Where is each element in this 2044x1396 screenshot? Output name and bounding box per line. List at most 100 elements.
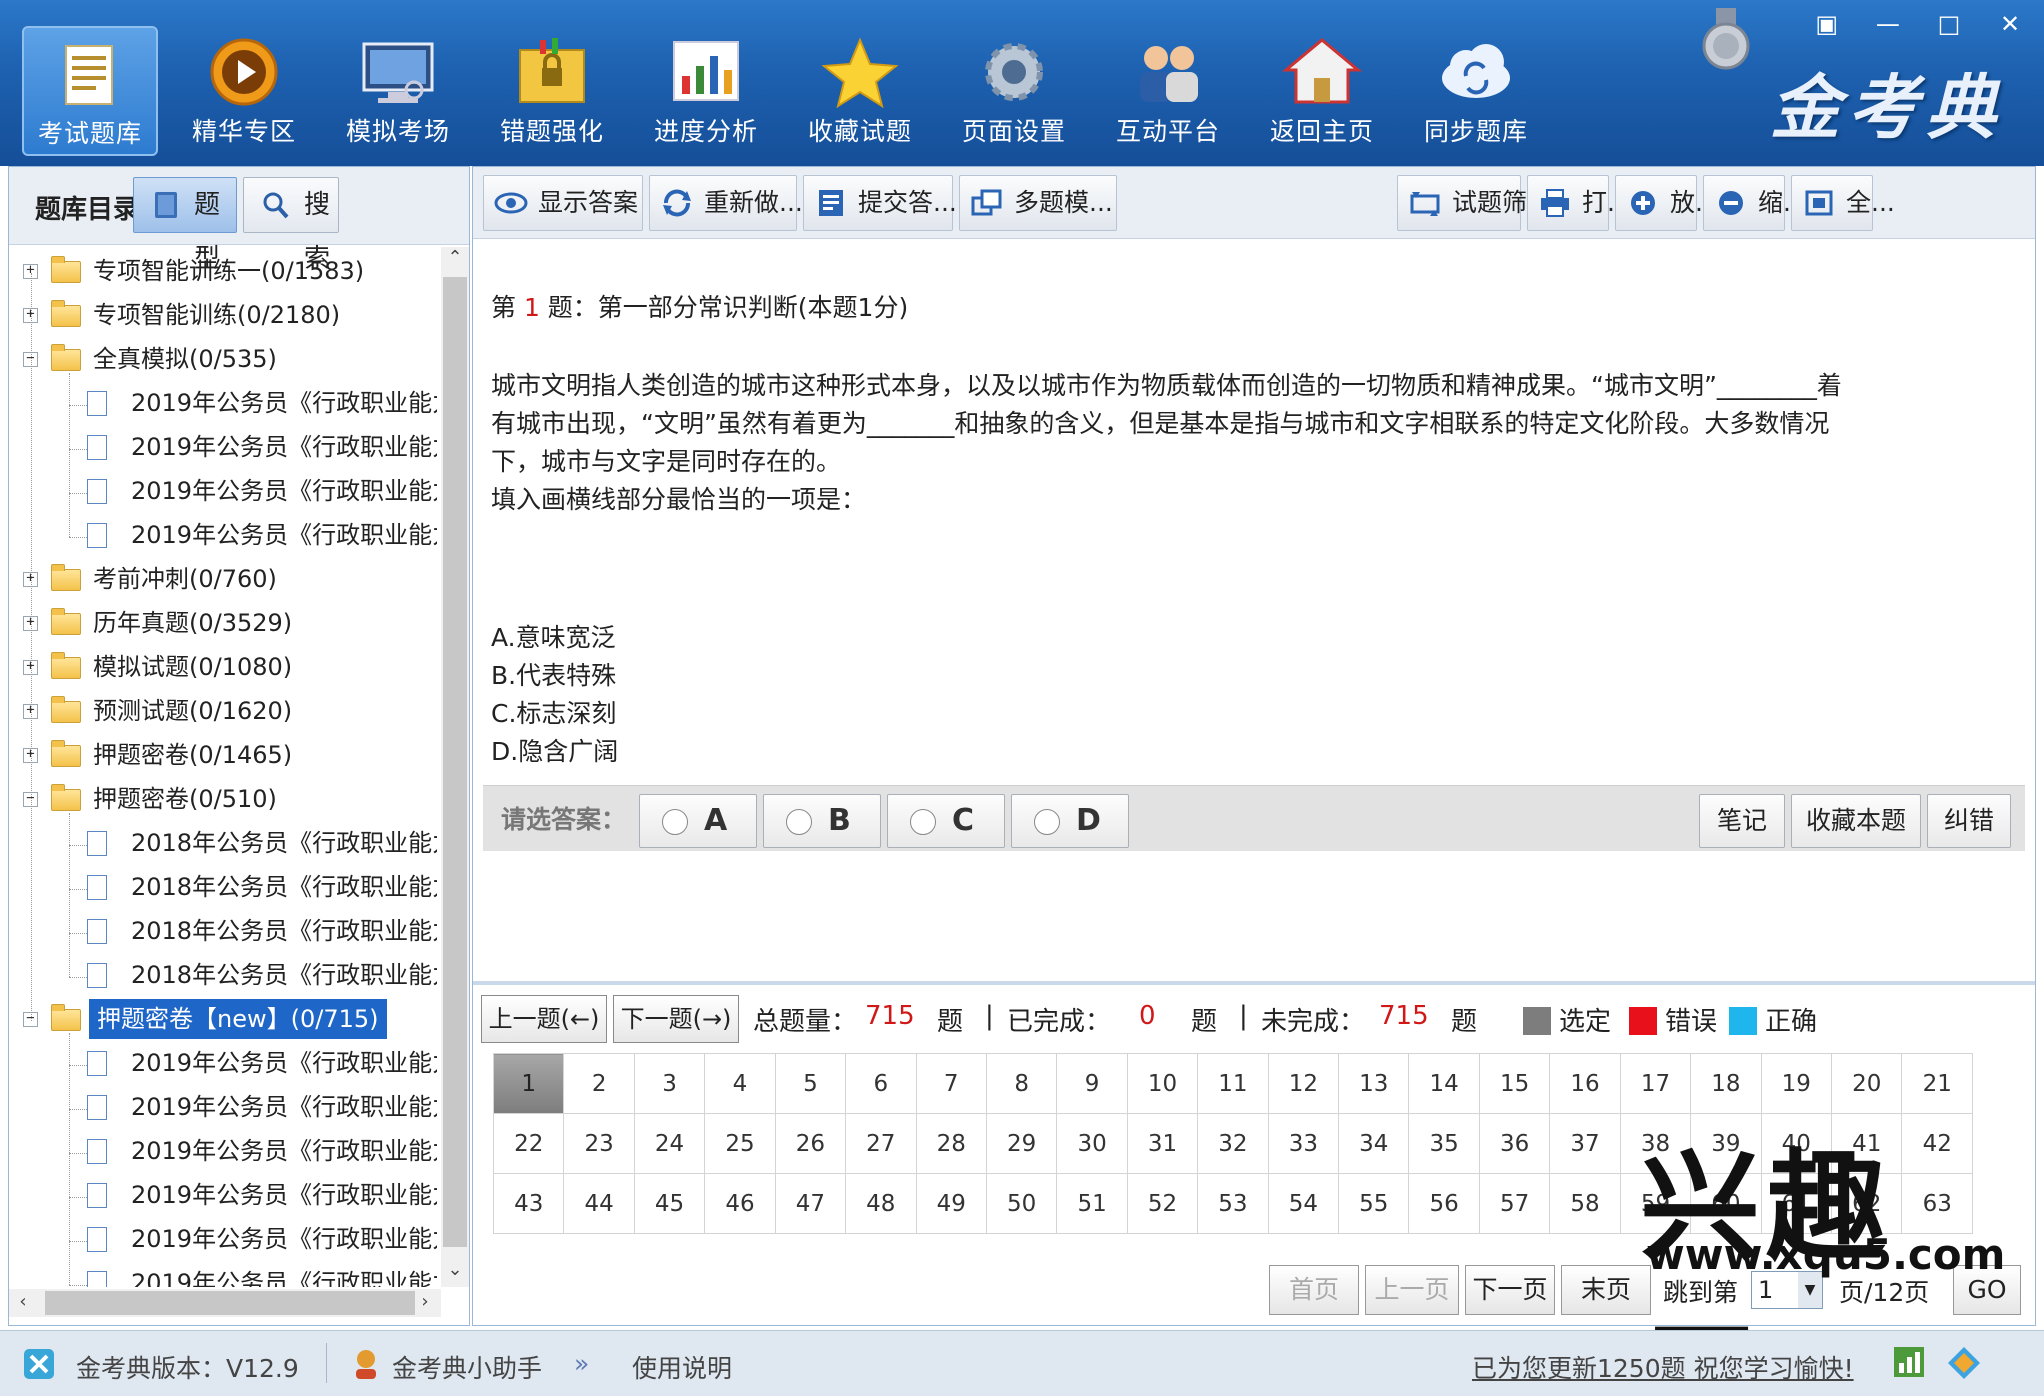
share-icon[interactable] — [1946, 1345, 1982, 1381]
question-number-cell[interactable]: 26 — [774, 1113, 847, 1174]
question-number-cell[interactable]: 24 — [633, 1113, 706, 1174]
first-page-button[interactable]: 首页 — [1269, 1265, 1359, 1315]
tree-item[interactable]: 2018年公务员《行政职业能力 — [9, 867, 437, 907]
note-button[interactable]: 笔记 — [1699, 794, 1785, 848]
scroll-up-icon[interactable]: ⌃ — [441, 247, 469, 275]
update-notice-link[interactable]: 已为您更新1250题 祝您学习愉快! — [1472, 1349, 1854, 1385]
zoom-out-button[interactable]: 缩... — [1703, 175, 1807, 231]
question-number-cell[interactable]: 49 — [915, 1173, 987, 1234]
question-number-cell[interactable]: 29 — [985, 1113, 1058, 1174]
tree-item[interactable]: 2019年公务员《行政职业能力 — [9, 1087, 437, 1127]
tree-folder[interactable]: − 押题密卷【new】(0/715) — [9, 999, 437, 1039]
nav-chart-button[interactable]: 进度分析 — [638, 26, 774, 156]
nav-notebook-button[interactable]: 考试题库 — [22, 26, 158, 156]
question-number-cell[interactable]: 55 — [1338, 1173, 1410, 1234]
question-number-cell[interactable]: 44 — [563, 1173, 635, 1234]
choice-b-button[interactable]: B — [763, 794, 881, 848]
nav-star-button[interactable]: 收藏试题 — [792, 26, 928, 156]
nav-monitor-button[interactable]: 模拟考场 — [330, 26, 466, 156]
question-number-cell[interactable]: 53 — [1197, 1173, 1269, 1234]
minimize-icon[interactable]: — — [1864, 6, 1912, 42]
tree-item[interactable]: 2019年公务员《行政职业能力 — [9, 1175, 437, 1215]
question-number-cell[interactable]: 18 — [1690, 1053, 1762, 1114]
tree-item[interactable]: 2018年公务员《行政职业能力 — [9, 823, 437, 863]
question-number-cell[interactable]: 37 — [1549, 1113, 1621, 1174]
tree-item[interactable]: 2019年公务员《行政职业能力 — [9, 1131, 437, 1171]
question-number-cell[interactable]: 12 — [1267, 1053, 1340, 1114]
question-number-cell[interactable]: 28 — [915, 1113, 987, 1174]
question-number-cell[interactable]: 52 — [1126, 1173, 1199, 1234]
question-number-cell[interactable]: 35 — [1408, 1113, 1480, 1174]
question-number-cell[interactable]: 56 — [1408, 1173, 1480, 1234]
tree-item[interactable]: 2018年公务员《行政职业能力 — [9, 955, 437, 995]
tab-type[interactable]: 题型 — [133, 177, 237, 274]
question-number-cell[interactable]: 47 — [774, 1173, 847, 1234]
question-number-cell[interactable]: 43 — [492, 1173, 565, 1234]
question-number-cell[interactable]: 57 — [1478, 1173, 1551, 1234]
question-number-cell[interactable]: 48 — [845, 1173, 917, 1234]
tree-folder[interactable]: + 专项智能训练一(0/1583) — [9, 251, 437, 291]
question-number-cell[interactable]: 9 — [1056, 1053, 1128, 1114]
question-number-cell[interactable]: 31 — [1126, 1113, 1199, 1174]
question-number-cell[interactable]: 50 — [985, 1173, 1058, 1234]
tree-item[interactable]: 2019年公务员《行政职业能力 — [9, 1219, 437, 1259]
redo-button[interactable]: 重新做... — [649, 175, 803, 231]
assistant-link[interactable]: 金考典小助手 — [392, 1349, 542, 1385]
tree-item[interactable]: 2019年公务员《行政职业能力 — [9, 515, 437, 555]
question-number-cell[interactable]: 45 — [633, 1173, 706, 1234]
nav-lock-folder-button[interactable]: 错题强化 — [484, 26, 620, 156]
tree-folder[interactable]: + 预测试题(0/1620) — [9, 691, 437, 731]
vertical-scrollbar[interactable]: ⌃ ⌄ — [441, 247, 469, 1287]
question-number-cell[interactable]: 34 — [1338, 1113, 1410, 1174]
next-question-button[interactable]: 下一题(→) — [613, 995, 739, 1043]
question-number-cell[interactable]: 4 — [704, 1053, 776, 1114]
scroll-down-icon[interactable]: ⌄ — [441, 1259, 469, 1287]
tree-item[interactable]: 2019年公务员《行政职业能力 — [9, 427, 437, 467]
horizontal-scrollbar[interactable]: ‹ › — [9, 1289, 441, 1317]
question-number-cell[interactable]: 11 — [1197, 1053, 1269, 1114]
choice-c-button[interactable]: C — [887, 794, 1005, 848]
question-number-cell[interactable]: 10 — [1126, 1053, 1199, 1114]
choice-d-button[interactable]: D — [1011, 794, 1129, 848]
zoom-in-button[interactable]: 放... — [1615, 175, 1719, 231]
question-number-cell[interactable]: 7 — [915, 1053, 987, 1114]
show-answer-button[interactable]: 显示答案 — [483, 175, 643, 231]
question-number-cell[interactable]: 22 — [492, 1113, 565, 1174]
tree-item[interactable]: 2018年公务员《行政职业能力 — [9, 911, 437, 951]
question-number-cell[interactable]: 13 — [1338, 1053, 1410, 1114]
nav-play-button[interactable]: 精华专区 — [176, 26, 312, 156]
restore-icon[interactable]: ▣ — [1803, 6, 1851, 42]
nav-gear-button[interactable]: 页面设置 — [946, 26, 1082, 156]
question-number-cell[interactable]: 27 — [845, 1113, 917, 1174]
tree-folder[interactable]: + 考前冲刺(0/760) — [9, 559, 437, 599]
tree-item[interactable]: 2019年公务员《行政职业能力 — [9, 1263, 437, 1287]
report-error-button[interactable]: 纠错 — [1927, 794, 2011, 848]
question-number-cell[interactable]: 51 — [1056, 1173, 1128, 1234]
question-number-cell[interactable]: 1 — [492, 1053, 565, 1114]
question-number-cell[interactable]: 21 — [1901, 1053, 1973, 1114]
scroll-thumb-horizontal[interactable] — [45, 1291, 415, 1315]
question-number-cell[interactable]: 20 — [1831, 1053, 1903, 1114]
question-number-cell[interactable]: 15 — [1478, 1053, 1551, 1114]
question-number-cell[interactable]: 3 — [633, 1053, 706, 1114]
question-number-cell[interactable]: 58 — [1549, 1173, 1621, 1234]
question-number-cell[interactable]: 25 — [704, 1113, 776, 1174]
question-number-cell[interactable]: 36 — [1478, 1113, 1551, 1174]
tree-folder[interactable]: − 押题密卷(0/510) — [9, 779, 437, 819]
favorite-question-button[interactable]: 收藏本题 — [1791, 794, 1921, 848]
question-number-cell[interactable]: 54 — [1267, 1173, 1340, 1234]
fullscreen-button[interactable]: 全... — [1791, 175, 1895, 231]
question-number-cell[interactable]: 2 — [563, 1053, 635, 1114]
tree-folder[interactable]: + 历年真题(0/3529) — [9, 603, 437, 643]
bar-chart-icon[interactable] — [1892, 1345, 1926, 1379]
tab-search[interactable]: 搜索 — [243, 177, 339, 274]
guide-link[interactable]: 使用说明 — [632, 1349, 732, 1385]
submit-answer-button[interactable]: 提交答... — [803, 175, 957, 231]
question-number-cell[interactable]: 5 — [774, 1053, 847, 1114]
tree-item[interactable]: 2019年公务员《行政职业能力 — [9, 471, 437, 511]
filter-questions-button[interactable]: 试题筛... — [1397, 175, 1551, 231]
last-page-button[interactable]: 末页 — [1561, 1265, 1651, 1315]
tree-folder[interactable]: − 全真模拟(0/535) — [9, 339, 437, 379]
print-button[interactable]: 打... — [1527, 175, 1631, 231]
tree-item[interactable]: 2019年公务员《行政职业能力 — [9, 1043, 437, 1083]
